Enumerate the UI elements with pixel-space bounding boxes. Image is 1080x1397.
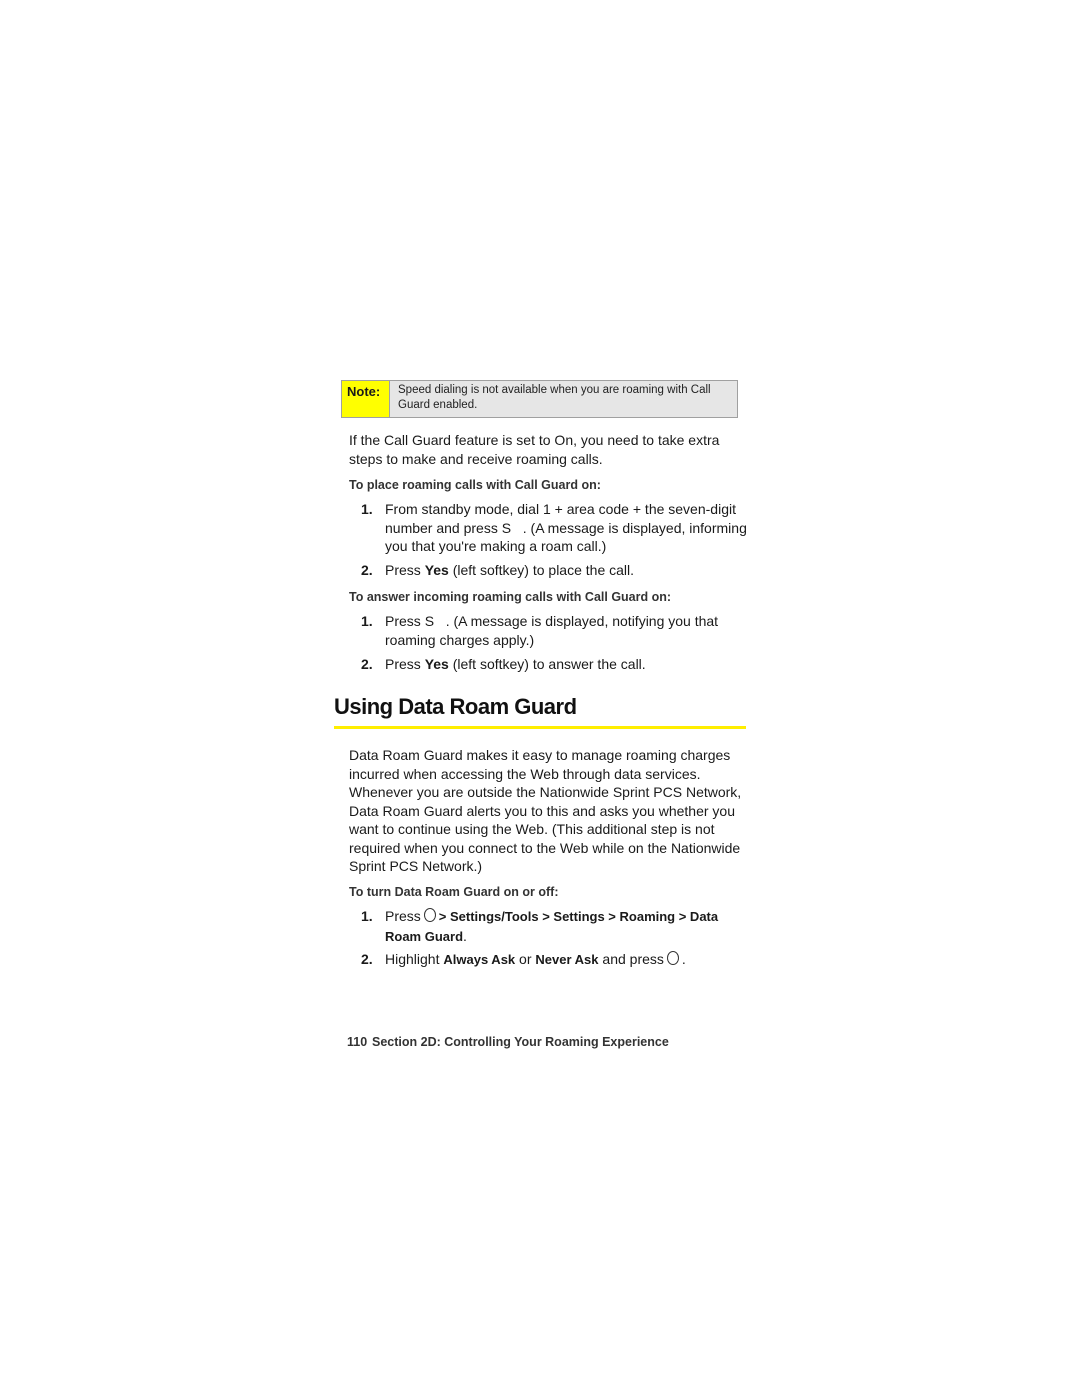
answer-step-1: 1. Press S . (A message is displayed, no… bbox=[361, 612, 756, 652]
heading-underline bbox=[334, 726, 746, 729]
footer-section-title: Section 2D: Controlling Your Roaming Exp… bbox=[372, 1035, 669, 1049]
place-step-1: 1. From standby mode, dial 1 + area code… bbox=[361, 500, 756, 560]
step-number: 1. bbox=[361, 613, 373, 629]
step-number: 1. bbox=[361, 501, 373, 517]
step-number: 2. bbox=[361, 951, 373, 967]
page-number: 110 bbox=[347, 1035, 368, 1049]
data-roam-paragraph: Data Roam Guard makes it easy to manage … bbox=[349, 747, 742, 874]
step-text: Press Yes (left softkey) to place the ca… bbox=[385, 562, 635, 578]
step-number: 2. bbox=[361, 656, 373, 672]
step-number: 2. bbox=[361, 562, 373, 578]
answer-calls-heading: To answer incoming roaming calls with Ca… bbox=[349, 590, 672, 604]
intro-paragraph: If the Call Guard feature is set to On, … bbox=[349, 432, 720, 467]
step-number: 1. bbox=[361, 908, 373, 924]
note-text: Speed dialing is not available when you … bbox=[398, 384, 711, 411]
menu-ok-key-icon bbox=[423, 908, 436, 922]
send-key-icon: S bbox=[424, 613, 435, 629]
turn-step-1: 1. Press > Settings/Tools > Settings > Ro… bbox=[361, 907, 756, 947]
note-box: Note: Speed dialing is not available whe… bbox=[341, 380, 738, 418]
menu-ok-key-icon bbox=[666, 951, 679, 965]
step-text: Press > Settings/Tools > Settings > Roami… bbox=[385, 908, 719, 944]
turn-on-off-heading: To turn Data Roam Guard on or off: bbox=[349, 885, 559, 899]
send-key-icon: S bbox=[501, 519, 512, 536]
section-heading: Using Data Roam Guard bbox=[334, 694, 577, 719]
step-text: Press S . (A message is displayed, notif… bbox=[385, 613, 719, 648]
answer-step-2: 2. Press Yes (left softkey) to answer th… bbox=[361, 655, 756, 675]
place-calls-heading: To place roaming calls with Call Guard o… bbox=[349, 478, 601, 492]
turn-step-2: 2. Highlight Always Ask or Never Ask and… bbox=[361, 950, 756, 970]
step-text: Press Yes (left softkey) to answer the c… bbox=[385, 656, 646, 672]
step-text: From standby mode, dial 1 + area code + … bbox=[385, 501, 747, 554]
step-text: Highlight Always Ask or Never Ask and pr… bbox=[385, 951, 686, 967]
note-label: Note: bbox=[342, 381, 390, 417]
place-step-2: 2. Press Yes (left softkey) to place the… bbox=[361, 561, 756, 581]
